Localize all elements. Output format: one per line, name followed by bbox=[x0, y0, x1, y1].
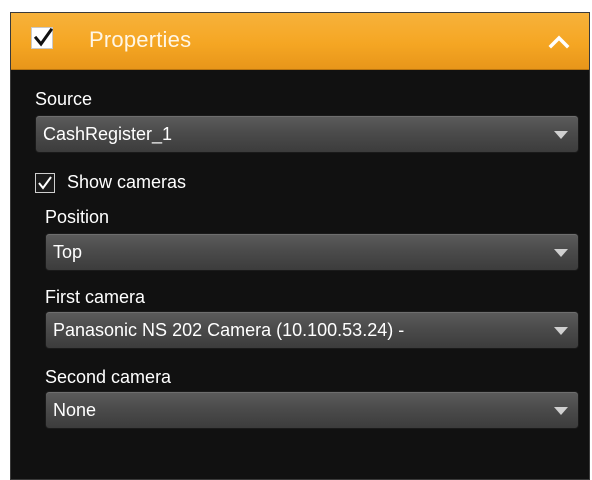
dropdown-arrow-icon bbox=[554, 407, 568, 415]
check-icon bbox=[38, 176, 52, 190]
source-value: CashRegister_1 bbox=[43, 124, 173, 144]
chevron-up-icon bbox=[548, 35, 570, 49]
collapse-button[interactable] bbox=[547, 29, 571, 53]
second-camera-label: Second camera bbox=[45, 367, 172, 387]
check-icon bbox=[33, 27, 53, 47]
checkbox-box[interactable] bbox=[35, 173, 55, 193]
dropdown-arrow-icon bbox=[554, 131, 568, 139]
show-cameras-label: Show cameras bbox=[67, 172, 187, 192]
source-label: Source bbox=[35, 89, 93, 109]
second-camera-dropdown[interactable]: None bbox=[45, 391, 579, 429]
panel-title: Properties bbox=[89, 27, 192, 52]
first-camera-label: First camera bbox=[45, 287, 146, 307]
position-label: Position bbox=[45, 207, 110, 227]
first-camera-value: Panasonic NS 202 Camera (10.100.53.24) - bbox=[53, 320, 405, 340]
dropdown-arrow-icon bbox=[554, 327, 568, 335]
second-camera-value: None bbox=[53, 400, 97, 420]
position-dropdown[interactable]: Top bbox=[45, 233, 579, 271]
properties-panel: Properties Source CashRegister_1 Show ca… bbox=[10, 12, 590, 480]
dropdown-arrow-icon bbox=[554, 249, 568, 257]
source-dropdown[interactable]: CashRegister_1 bbox=[35, 115, 579, 153]
enable-checkbox[interactable] bbox=[31, 27, 53, 49]
panel-header[interactable]: Properties bbox=[11, 13, 589, 70]
position-value: Top bbox=[53, 242, 83, 262]
first-camera-dropdown[interactable]: Panasonic NS 202 Camera (10.100.53.24) - bbox=[45, 311, 579, 349]
